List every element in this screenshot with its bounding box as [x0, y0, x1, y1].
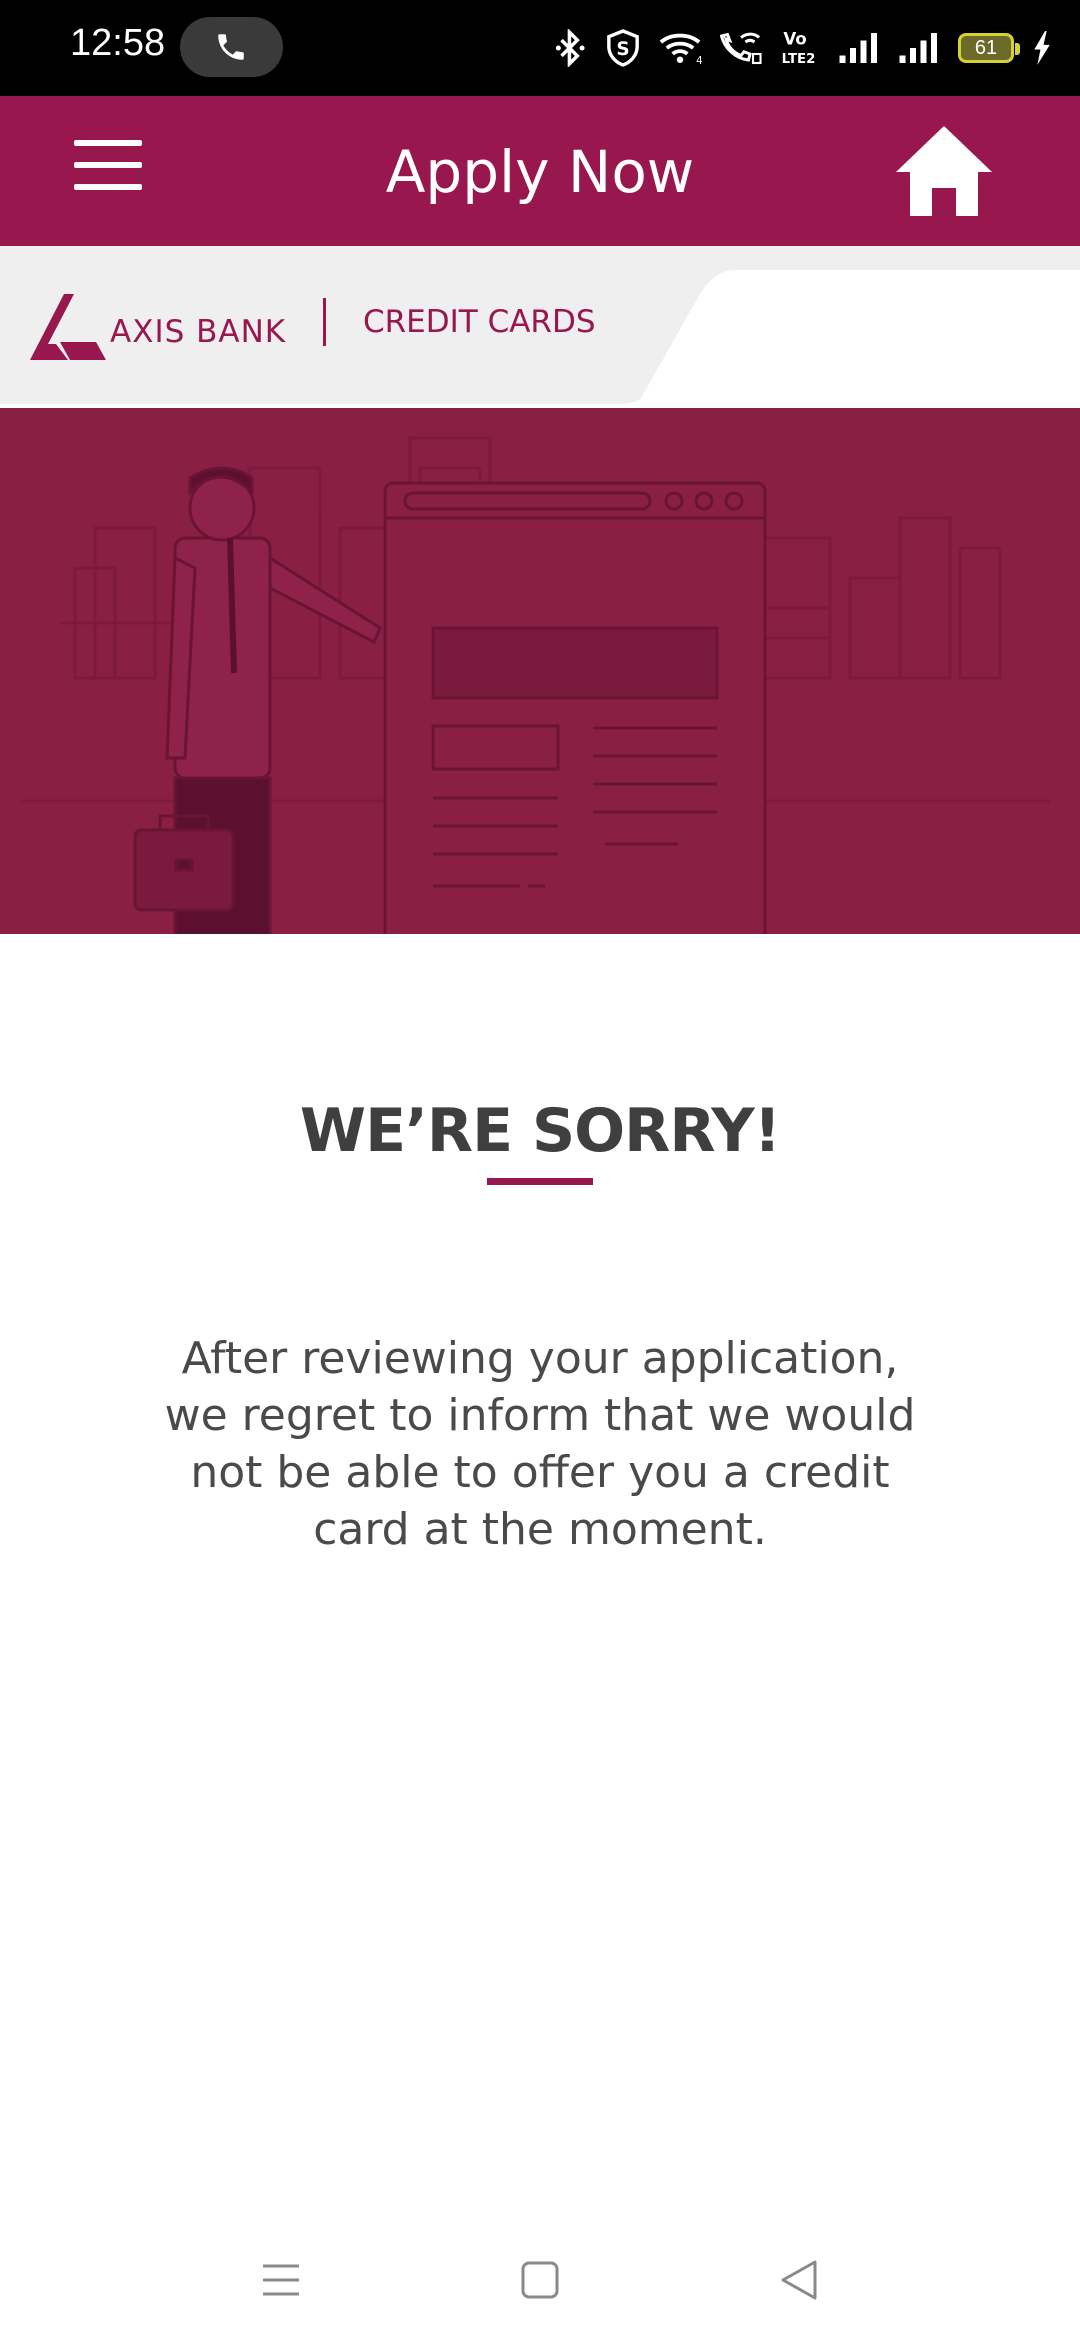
brand-strip: AXIS BANK CREDIT CARDS: [0, 246, 1080, 408]
signal-icon: [899, 33, 937, 63]
axis-bank-logo[interactable]: AXIS BANK: [30, 294, 286, 360]
status-icons: S 4 Vo LTE2: [554, 20, 1052, 76]
svg-text:LTE2: LTE2: [782, 52, 816, 67]
wifi-calling-icon: [720, 32, 762, 65]
heading-underline: [487, 1178, 593, 1185]
wifi-icon: 4: [659, 33, 702, 66]
battery-icon: 61: [958, 33, 1020, 63]
svg-text:S: S: [616, 39, 629, 60]
brand-divider: [323, 298, 326, 346]
sorry-heading: WE’RE SORRY!: [299, 1096, 781, 1166]
svg-text:Vo: Vo: [783, 30, 806, 49]
back-triangle-icon[interactable]: [767, 2248, 831, 2312]
bank-name: AXIS BANK: [110, 314, 287, 350]
status-bar: 12:58 S 4 Vo LTE2: [0, 0, 1080, 96]
application-banner: [0, 408, 1080, 934]
recent-apps-icon[interactable]: [249, 2248, 313, 2312]
charging-icon: [1034, 31, 1050, 65]
axis-logo-mark-icon: [30, 294, 106, 360]
shield-s-icon: S: [607, 29, 639, 67]
system-nav-bar: [0, 2220, 1080, 2340]
phone-icon: [218, 34, 244, 60]
app-header: Apply Now: [0, 96, 1080, 246]
svg-text:4: 4: [696, 55, 702, 66]
home-square-icon[interactable]: [508, 2248, 572, 2312]
home-icon[interactable]: [896, 126, 992, 222]
signal-icon: [839, 33, 877, 63]
bluetooth-icon: [555, 29, 585, 67]
rejection-message: After reviewing your application, we reg…: [164, 1333, 916, 1555]
ongoing-call-indicator[interactable]: [180, 17, 283, 77]
status-time: 12:58: [70, 22, 166, 64]
illustration: [20, 436, 1050, 934]
section-label: CREDIT CARDS: [363, 304, 596, 340]
volte-icon: Vo LTE2: [782, 30, 816, 67]
